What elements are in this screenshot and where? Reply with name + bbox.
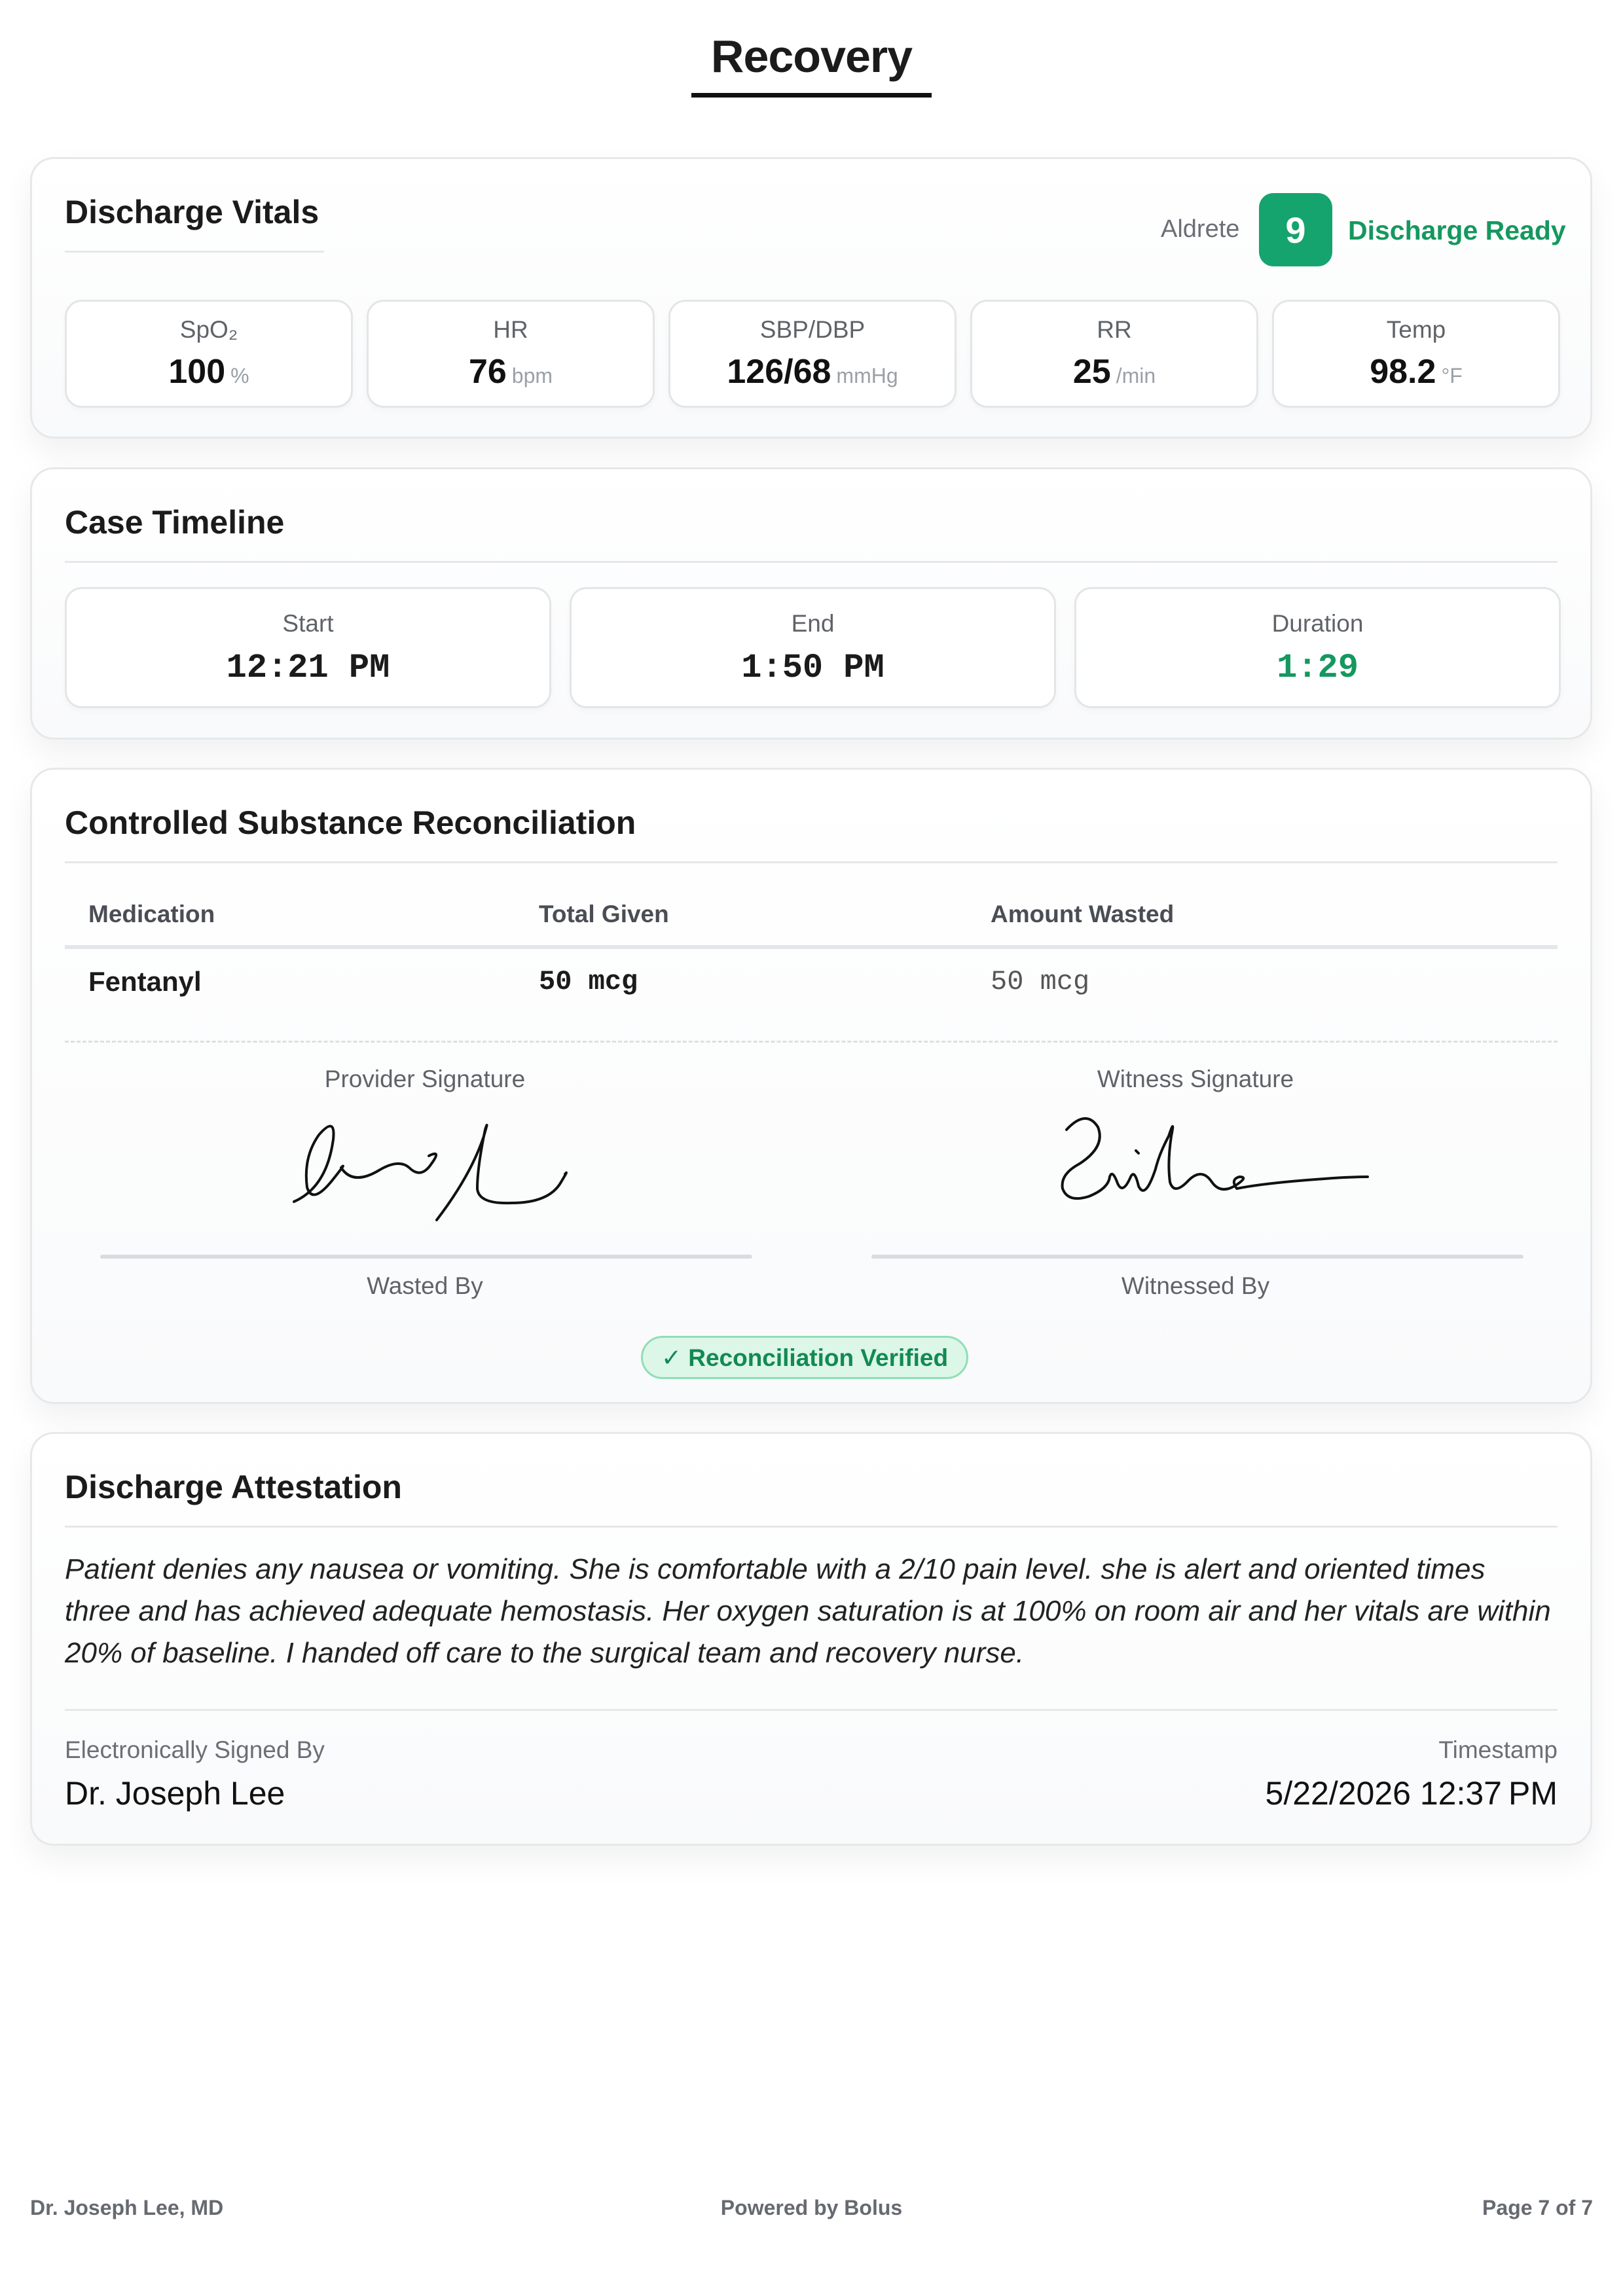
witness-signature-line (871, 1255, 1523, 1259)
cell-total-given: 50 mcg (539, 966, 638, 997)
vital-rr: RR 25/min (970, 300, 1258, 408)
timeline-end-label: End (791, 610, 835, 637)
vital-unit: bpm (511, 364, 553, 387)
reconciliation-verified-badge: ✓ Reconciliation Verified (641, 1336, 968, 1379)
reconciliation-title: Controlled Substance Reconciliation (65, 804, 636, 841)
discharge-vitals-title: Discharge Vitals (65, 194, 319, 230)
vital-hr: HR 76 bpm (367, 300, 655, 408)
vital-blood-pressure: SBP/DBP 126/68 mmHg (668, 300, 957, 408)
vital-label: SBP/DBP (759, 316, 866, 343)
witness-signature-label: Witness Signature (1097, 1066, 1294, 1092)
provider-signature-image (293, 1123, 568, 1221)
aldrete-score-badge: 9 (1259, 193, 1332, 266)
wasted-by-label: Wasted By (367, 1272, 483, 1299)
vital-unit: °F (1441, 364, 1463, 387)
vital-value: 98.2 (1370, 353, 1436, 391)
vital-value: 100 (168, 353, 226, 391)
timeline-start-label: Start (282, 610, 334, 637)
footer-powered-by: Powered by Bolus (720, 2196, 903, 2219)
vital-unit: mmHg (836, 364, 898, 387)
vital-temp: Temp 98.2 °F (1272, 300, 1560, 408)
column-header-total-given: Total Given (539, 901, 669, 927)
signed-by-label: Electronically Signed By (65, 1736, 325, 1763)
vital-unit: % (230, 364, 249, 387)
discharge-status: Discharge Ready (1348, 215, 1566, 245)
discharge-attestation-title: Discharge Attestation (65, 1469, 402, 1505)
timeline-end-value: 1:50 PM (741, 649, 884, 687)
timeline-start-value: 12:21 PM (226, 649, 390, 687)
provider-signature-label: Provider Signature (324, 1066, 526, 1092)
vital-unit: /min (1116, 364, 1156, 387)
vital-value: 126/68 (727, 353, 831, 391)
title-rule (65, 1526, 1558, 1528)
timestamp-value: 5/22/2026 12:37 PM (1265, 1775, 1558, 1812)
timeline-start: Start 12:21 PM (65, 587, 551, 708)
vital-value: 76 (468, 353, 507, 391)
witnessed-by-label: Witnessed By (1121, 1272, 1270, 1299)
case-timeline-title: Case Timeline (65, 504, 285, 541)
title-underline (65, 251, 324, 253)
cell-medication: Fentanyl (88, 966, 202, 997)
discharge-vitals-card: Discharge Vitals Aldrete 9 Discharge Rea… (30, 157, 1592, 439)
column-header-medication: Medication (88, 901, 215, 927)
table-header-rule (65, 945, 1558, 949)
signed-by-name: Dr. Joseph Lee (65, 1775, 285, 1812)
page-header: Recovery (0, 29, 1623, 98)
title-rule (65, 561, 1558, 563)
timeline-end: End 1:50 PM (570, 587, 1056, 708)
footer-page-number: Page 7 of 7 (1482, 2196, 1593, 2219)
reconciliation-card: Controlled Substance Reconciliation Medi… (30, 768, 1592, 1404)
timestamp-label: Timestamp (1438, 1736, 1558, 1763)
cell-amount-wasted: 50 mcg (991, 966, 1090, 997)
timeline-duration-label: Duration (1271, 610, 1364, 637)
aldrete-label: Aldrete (1161, 215, 1240, 243)
column-header-amount-wasted: Amount Wasted (991, 901, 1175, 927)
vital-label: HR (493, 316, 528, 343)
page: { "page": { "title": "Recovery" }, "vita… (0, 0, 1623, 2296)
witness-signature-image (1061, 1117, 1369, 1200)
discharge-attestation-card: Discharge Attestation Patient denies any… (30, 1432, 1592, 1846)
provider-signature-line (100, 1255, 752, 1259)
title-rule (65, 861, 1558, 863)
vital-label: SpO₂ (179, 316, 238, 343)
attestation-text: Patient denies any nausea or vomiting. S… (65, 1553, 1551, 1669)
vital-value: 25 (1072, 353, 1111, 391)
vital-spo2: SpO₂ 100% (65, 300, 353, 408)
vital-label: Temp (1386, 316, 1446, 343)
case-timeline-card: Case Timeline Start 12:21 PM End 1:50 PM… (30, 467, 1592, 740)
timeline-duration-value: 1:29 (1277, 649, 1359, 687)
timeline-duration: Duration 1:29 (1074, 587, 1561, 708)
signature-divider (65, 1041, 1558, 1043)
page-title: Recovery (691, 29, 932, 98)
vital-label: RR (1097, 316, 1132, 343)
signature-rule (65, 1709, 1558, 1711)
